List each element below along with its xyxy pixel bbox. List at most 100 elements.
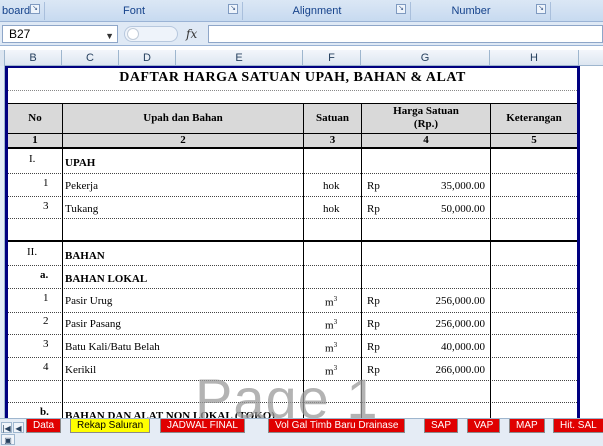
tab-jadwal-final[interactable]: JADWAL FINAL — [160, 419, 245, 433]
tab-vol-gal-timb[interactable]: Vol Gal Timb Baru Drainase — [268, 419, 406, 433]
grid-line — [8, 147, 577, 149]
row-number: 3 — [43, 338, 49, 350]
ribbon-alignment-label: Alignment — [292, 5, 342, 17]
page-break-watermark: Page 1 — [195, 367, 379, 418]
column-header-g[interactable]: G — [361, 50, 490, 66]
insert-function-icon[interactable]: fx — [186, 27, 197, 41]
tab-rekap-saluran[interactable]: Rekap Saluran — [70, 419, 151, 433]
column-header-b[interactable]: B — [5, 50, 62, 66]
header-number-3: 3 — [329, 134, 336, 146]
grid-line — [8, 265, 577, 266]
header-number-2: 2 — [180, 134, 186, 146]
section-label: BAHAN — [65, 250, 105, 262]
tab-sap[interactable]: SAP — [424, 419, 459, 433]
tab-data[interactable]: Data — [26, 419, 62, 433]
item-currency: Rp — [367, 318, 380, 330]
name-box-value: B27 — [9, 27, 31, 41]
row-number: 2 — [43, 315, 49, 327]
circle-icon — [127, 28, 139, 40]
item-price: 256,000.00 — [435, 295, 486, 307]
row-number: 3 — [43, 200, 49, 212]
subsection-letter: a. — [40, 269, 49, 281]
header-number-1: 1 — [32, 134, 38, 146]
ribbon-font-label: Font — [122, 5, 145, 17]
ribbon-separator — [550, 2, 551, 20]
ribbon-group-labels: board ↘ Font ↘ Alignment ↘ Number ↘ — [0, 0, 603, 22]
column-header-c[interactable]: C — [62, 50, 119, 66]
item-name: Pasir Pasang — [65, 318, 121, 330]
tab-hit-sal[interactable]: Hit. SAL — [553, 419, 603, 433]
row-number: 4 — [43, 361, 49, 373]
name-box[interactable]: B27 ▼ — [2, 25, 118, 43]
grid-line — [8, 288, 577, 289]
formula-bar: B27 ▼ fx — [0, 22, 603, 46]
column-header-next[interactable] — [579, 50, 603, 66]
tab-vap[interactable]: VAP — [467, 419, 501, 433]
section-number: II. — [27, 246, 38, 258]
row-number: 1 — [43, 177, 49, 189]
header-note: Keterangan — [506, 112, 562, 124]
item-name: Pekerja — [65, 180, 98, 192]
item-name: Kerikil — [65, 364, 97, 376]
item-unit: m3 — [325, 295, 338, 309]
row-number: 1 — [43, 292, 49, 304]
item-unit: hok — [323, 180, 340, 192]
item-unit: m3 — [325, 341, 338, 355]
grid-line — [8, 240, 577, 242]
worksheet-grid[interactable]: DAFTAR HARGA SATUAN UPAH, BAHAN & ALAT N… — [5, 66, 603, 418]
prev-sheet-icon[interactable]: ◀ — [13, 422, 24, 433]
item-unit: hok — [323, 203, 340, 215]
item-price: 40,000.00 — [441, 341, 485, 353]
header-no: No — [28, 112, 42, 124]
grid-line — [8, 312, 577, 313]
col-divider — [490, 103, 491, 418]
column-headers: B C D E F G H — [0, 50, 603, 66]
grid-line — [8, 173, 577, 174]
item-price: 256,000.00 — [435, 318, 486, 330]
column-header-d[interactable]: D — [119, 50, 176, 66]
formula-input[interactable] — [208, 25, 603, 43]
first-sheet-icon[interactable]: |◀ — [1, 422, 12, 433]
item-name: Batu Kali/Batu Belah — [65, 341, 160, 353]
header-price-line1: Harga Satuan — [393, 105, 459, 117]
item-name: Tukang — [65, 203, 99, 215]
grid-line — [8, 357, 577, 358]
item-price: 35,000.00 — [441, 180, 485, 192]
chevron-down-icon[interactable]: ▼ — [105, 28, 114, 44]
item-currency: Rp — [367, 295, 380, 307]
column-header-h[interactable]: H — [490, 50, 579, 66]
clipboard-launcher-icon[interactable]: ↘ — [30, 4, 40, 14]
ribbon-separator — [242, 2, 243, 20]
grid-line — [8, 334, 577, 335]
font-launcher-icon[interactable]: ↘ — [228, 4, 238, 14]
header-unit: Satuan — [315, 112, 350, 124]
grid-line — [8, 196, 577, 197]
table-title: DAFTAR HARGA SATUAN UPAH, BAHAN & ALAT — [119, 70, 466, 85]
section-number: I. — [29, 153, 36, 165]
grid-line — [8, 90, 577, 91]
tab-map[interactable]: MAP — [509, 419, 545, 433]
header-number-4: 4 — [423, 134, 429, 146]
sheet-tab-bar: |◀ ◀ Data Rekap Saluran JADWAL FINAL Vol… — [0, 418, 603, 446]
subsection-letter: b. — [40, 406, 49, 418]
formula-bar-resize-handle[interactable] — [124, 26, 178, 42]
number-launcher-icon[interactable]: ↘ — [536, 4, 546, 14]
item-name: Pasir Urug — [65, 295, 113, 307]
subsection-label: BAHAN LOKAL — [65, 273, 148, 285]
grid-line — [8, 218, 577, 219]
section-label: UPAH — [65, 157, 96, 169]
sheet-status-icon[interactable]: ▣ — [1, 434, 15, 445]
ribbon-separator — [410, 2, 411, 20]
alignment-launcher-icon[interactable]: ↘ — [396, 4, 406, 14]
header-number-5: 5 — [531, 134, 537, 146]
item-price: 266,000.00 — [435, 364, 486, 376]
column-header-e[interactable]: E — [176, 50, 303, 66]
column-header-f[interactable]: F — [303, 50, 361, 66]
ribbon-separator — [44, 2, 45, 20]
excel-window: board ↘ Font ↘ Alignment ↘ Number ↘ B27 … — [0, 0, 603, 446]
item-unit: m3 — [325, 318, 338, 332]
item-price: 50,000.00 — [441, 203, 485, 215]
ribbon-number-label: Number — [451, 5, 491, 17]
item-currency: Rp — [367, 180, 380, 192]
col-divider — [62, 103, 63, 418]
